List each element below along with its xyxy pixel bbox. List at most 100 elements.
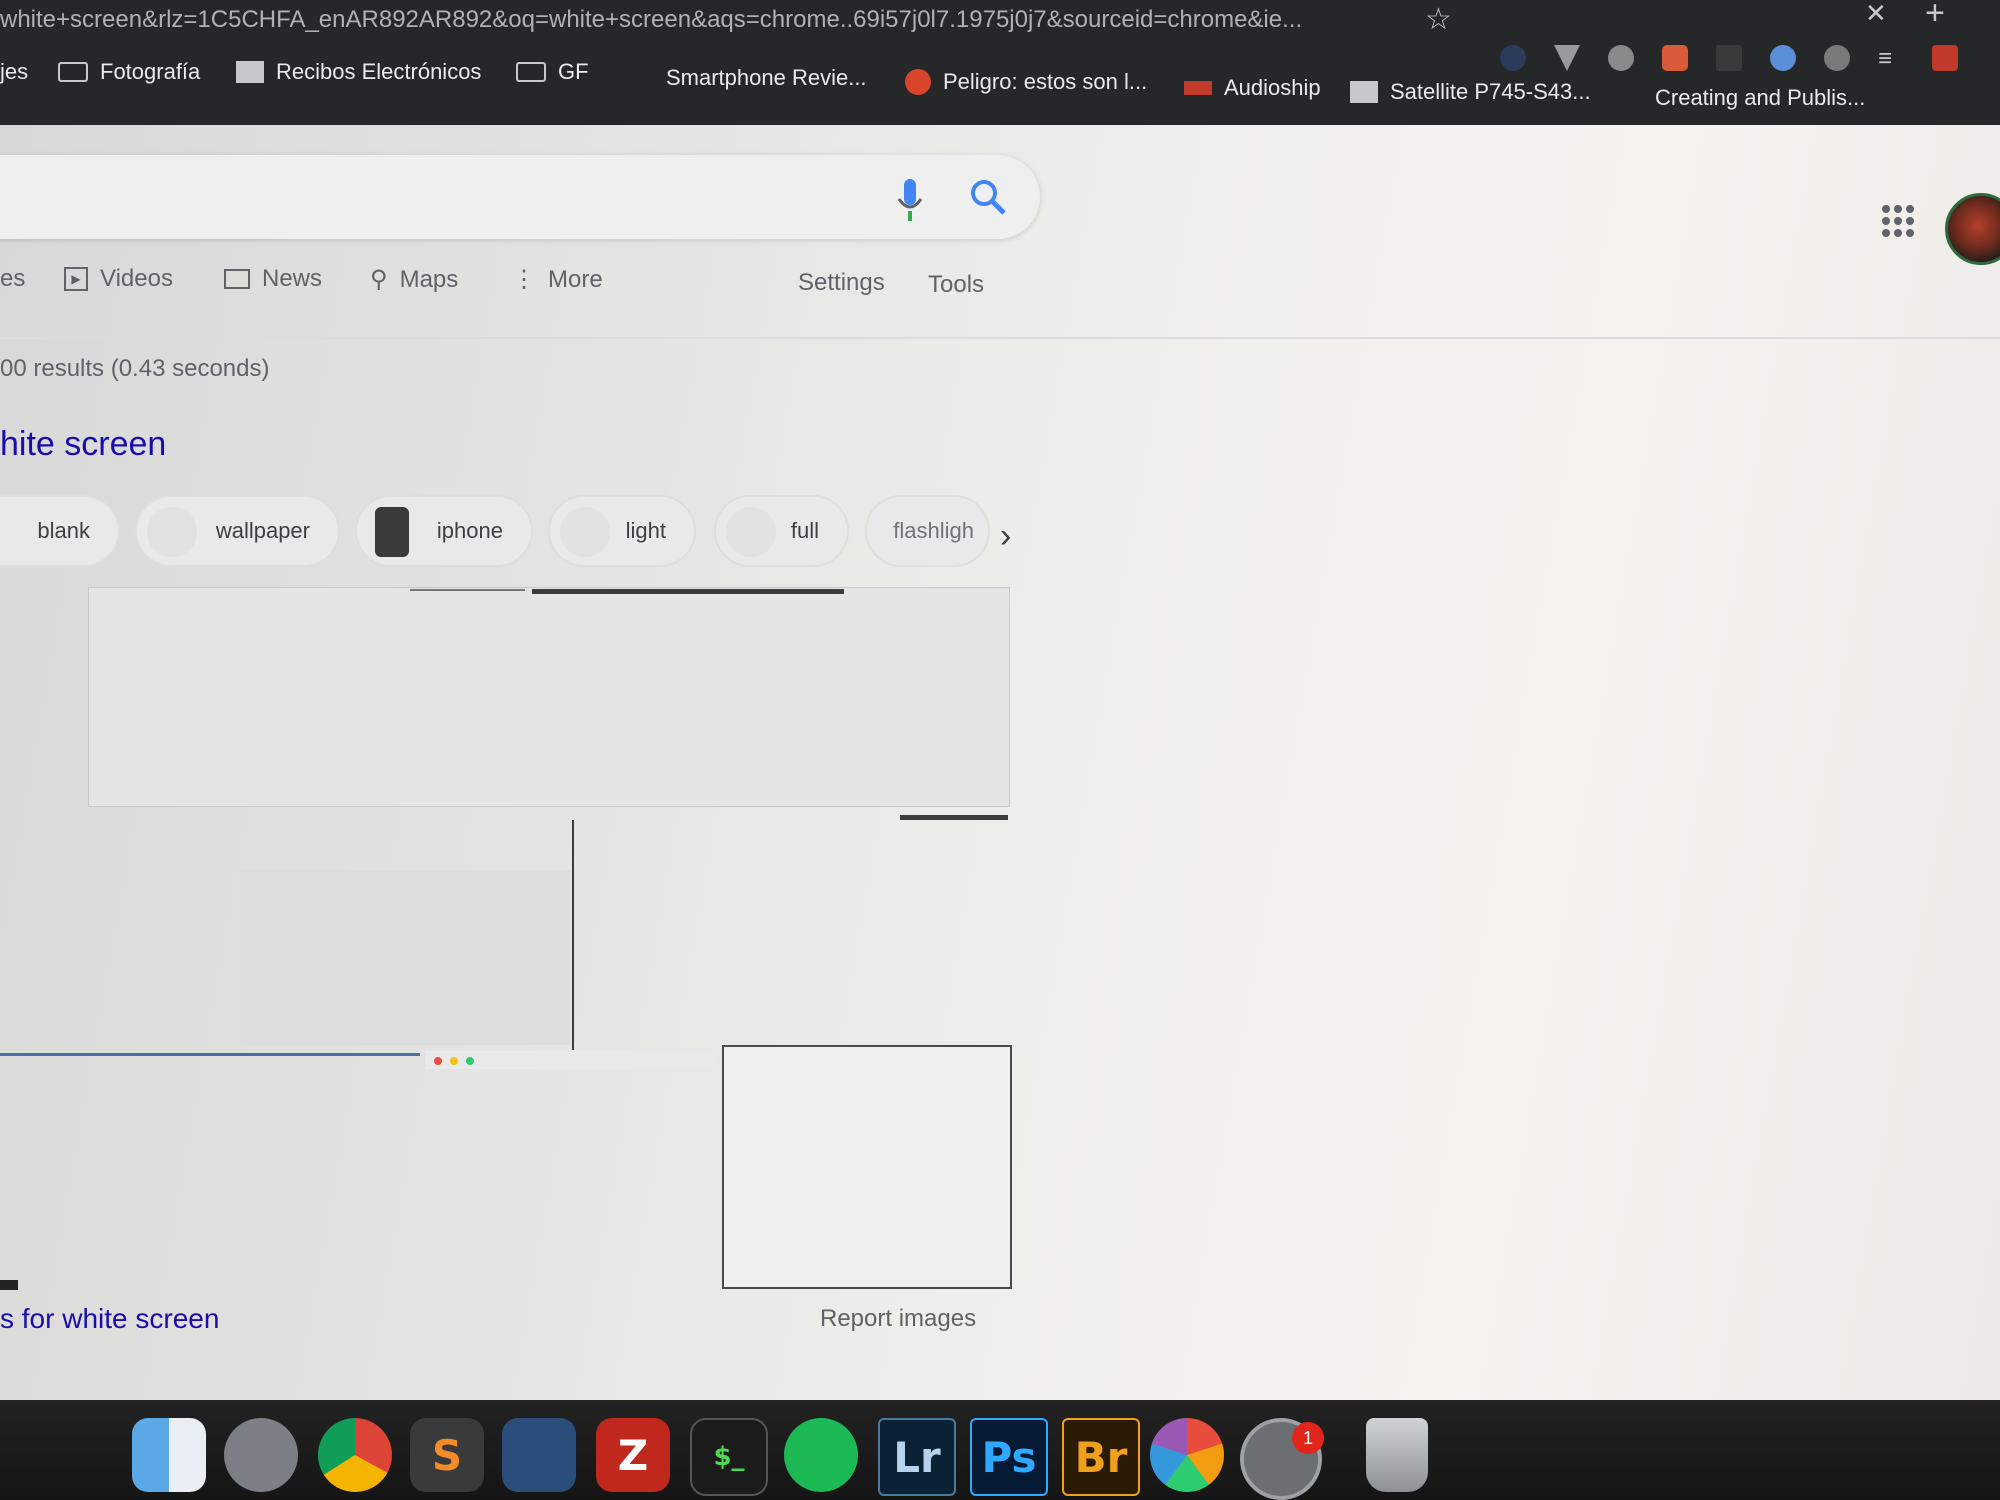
- tab-label: More: [548, 265, 603, 293]
- sequel-pro-icon[interactable]: [502, 1418, 576, 1492]
- tab-more[interactable]: ⋮ More: [512, 265, 603, 294]
- laptop-icon: [1350, 81, 1378, 103]
- more-icon: ⋮: [512, 266, 536, 293]
- result-heading[interactable]: hite screen: [0, 425, 166, 464]
- receipt-icon: [236, 61, 264, 83]
- tab-news[interactable]: News: [224, 265, 322, 293]
- phone-thumbnail: [375, 507, 409, 557]
- spotify-icon[interactable]: [784, 1418, 858, 1492]
- tab-videos[interactable]: ▶ Videos: [64, 265, 173, 293]
- photos-icon[interactable]: [1150, 1418, 1224, 1492]
- divider: [0, 337, 2000, 339]
- tab-label: es: [0, 265, 26, 292]
- alert-icon: [905, 69, 931, 95]
- image-result[interactable]: [240, 870, 570, 1045]
- tools-link[interactable]: Tools: [928, 271, 984, 299]
- tab-label: Maps: [399, 265, 459, 293]
- lightroom-icon[interactable]: Lr: [878, 1418, 956, 1496]
- chip-blank[interactable]: blank: [0, 495, 120, 567]
- chip-thumbnail: [560, 507, 610, 557]
- window-dot-icon: [466, 1057, 474, 1065]
- chip-thumbnail: [147, 507, 197, 557]
- bookmark-label: Satellite P745-S43...: [1390, 79, 1591, 104]
- address-bar[interactable]: white+screen&rlz=1C5CHFA_enAR892AR892&oq…: [0, 0, 1400, 40]
- chevron-right-icon[interactable]: ›: [1000, 517, 1011, 556]
- photoshop-icon[interactable]: Ps: [970, 1418, 1048, 1496]
- play-icon: ▶: [64, 267, 88, 291]
- more-results-link[interactable]: s for white screen: [0, 1303, 219, 1335]
- pin-icon: ⚲: [370, 266, 388, 293]
- bookmark-label: jes: [0, 59, 29, 84]
- chip-wallpaper[interactable]: wallpaper: [135, 495, 340, 567]
- launchpad-icon[interactable]: [224, 1418, 298, 1492]
- bookmark-label: Peligro: estos son l...: [943, 69, 1148, 94]
- chip-thumbnail: [726, 507, 776, 557]
- image-result[interactable]: [722, 1045, 1012, 1289]
- bookmark-item[interactable]: Recibos Electrónicos: [236, 52, 481, 92]
- search-icon[interactable]: [968, 177, 1008, 217]
- apps-grid-icon[interactable]: [1882, 205, 1914, 237]
- trash-icon[interactable]: [1366, 1418, 1428, 1492]
- bridge-icon[interactable]: Br: [1062, 1418, 1140, 1496]
- bookmark-label: GF: [558, 59, 589, 84]
- chip-iphone[interactable]: iphone: [355, 495, 533, 567]
- bookmark-item[interactable]: Satellite P745-S43...: [1350, 72, 1591, 112]
- bookmark-item[interactable]: Peligro: estos son l...: [905, 62, 1147, 102]
- image-detail: [572, 820, 574, 1050]
- chip-label: iphone: [436, 518, 503, 543]
- avatar[interactable]: [1945, 193, 2000, 265]
- chip-label: light: [625, 518, 666, 543]
- bookmark-item[interactable]: jes: [0, 52, 28, 92]
- bookmark-star-icon[interactable]: ☆: [1425, 2, 1452, 37]
- new-tab-icon[interactable]: +: [1925, 0, 1945, 33]
- tab-label: News: [262, 265, 323, 292]
- tab-label: Videos: [100, 265, 173, 292]
- chrome-icon[interactable]: [318, 1418, 392, 1492]
- tab-maps[interactable]: ⚲ Maps: [370, 265, 458, 294]
- image-result[interactable]: [88, 587, 1010, 807]
- broadcast-icon: [1184, 81, 1212, 95]
- search-results-page: es ▶ Videos News ⚲ Maps ⋮ More Settings …: [0, 125, 2000, 1400]
- news-icon: [224, 269, 250, 289]
- bookmark-label: Recibos Electrónicos: [276, 59, 482, 84]
- bookmarks-bar: jes Fotografía Recibos Electrónicos GF S…: [0, 52, 2000, 110]
- search-input[interactable]: [0, 155, 1040, 239]
- folder-icon: [58, 62, 88, 82]
- result-stats: 00 results (0.43 seconds): [0, 355, 270, 382]
- bookmark-label: Creating and Publis...: [1655, 85, 1866, 110]
- window-dot-icon: [434, 1057, 442, 1065]
- filezilla-icon[interactable]: Z: [596, 1418, 670, 1492]
- bookmark-label: Smartphone Revie...: [666, 65, 867, 90]
- image-detail: [532, 589, 844, 594]
- folder-icon: [516, 62, 546, 82]
- notification-badge: 1: [1292, 1422, 1324, 1454]
- image-detail: [900, 815, 1008, 820]
- settings-link[interactable]: Settings: [798, 269, 885, 297]
- browser-chrome: white+screen&rlz=1C5CHFA_enAR892AR892&oq…: [0, 0, 2000, 125]
- bookmark-item[interactable]: Smartphone Revie...: [666, 58, 867, 98]
- bookmark-label: Audioship: [1224, 75, 1321, 100]
- close-tab-icon[interactable]: ✕: [1865, 0, 1887, 29]
- image-detail: [0, 1280, 18, 1290]
- chip-full[interactable]: full: [714, 495, 849, 567]
- chip-label: blank: [37, 518, 90, 543]
- sublime-icon[interactable]: S: [410, 1418, 484, 1492]
- image-detail: [0, 1053, 420, 1056]
- image-detail: [410, 589, 525, 591]
- window-dot-icon: [450, 1057, 458, 1065]
- terminal-icon[interactable]: $_: [690, 1418, 768, 1496]
- bookmark-label: Fotografía: [100, 59, 201, 84]
- chip-label: wallpaper: [215, 518, 310, 543]
- microphone-icon[interactable]: [895, 177, 925, 225]
- bookmark-item[interactable]: GF: [516, 52, 589, 92]
- report-images-link[interactable]: Report images: [820, 1305, 976, 1333]
- chip-label: flashligh: [893, 518, 974, 543]
- bookmark-item[interactable]: Creating and Publis...: [1655, 78, 1865, 118]
- bookmark-item[interactable]: Audioship: [1184, 68, 1321, 108]
- tab-images[interactable]: es: [0, 265, 25, 293]
- chip-light[interactable]: light: [548, 495, 696, 567]
- finder-icon[interactable]: [132, 1418, 206, 1492]
- chip-label: full: [790, 518, 819, 543]
- bookmark-item[interactable]: Fotografía: [58, 52, 200, 92]
- chip-flashlight[interactable]: flashligh: [865, 495, 990, 567]
